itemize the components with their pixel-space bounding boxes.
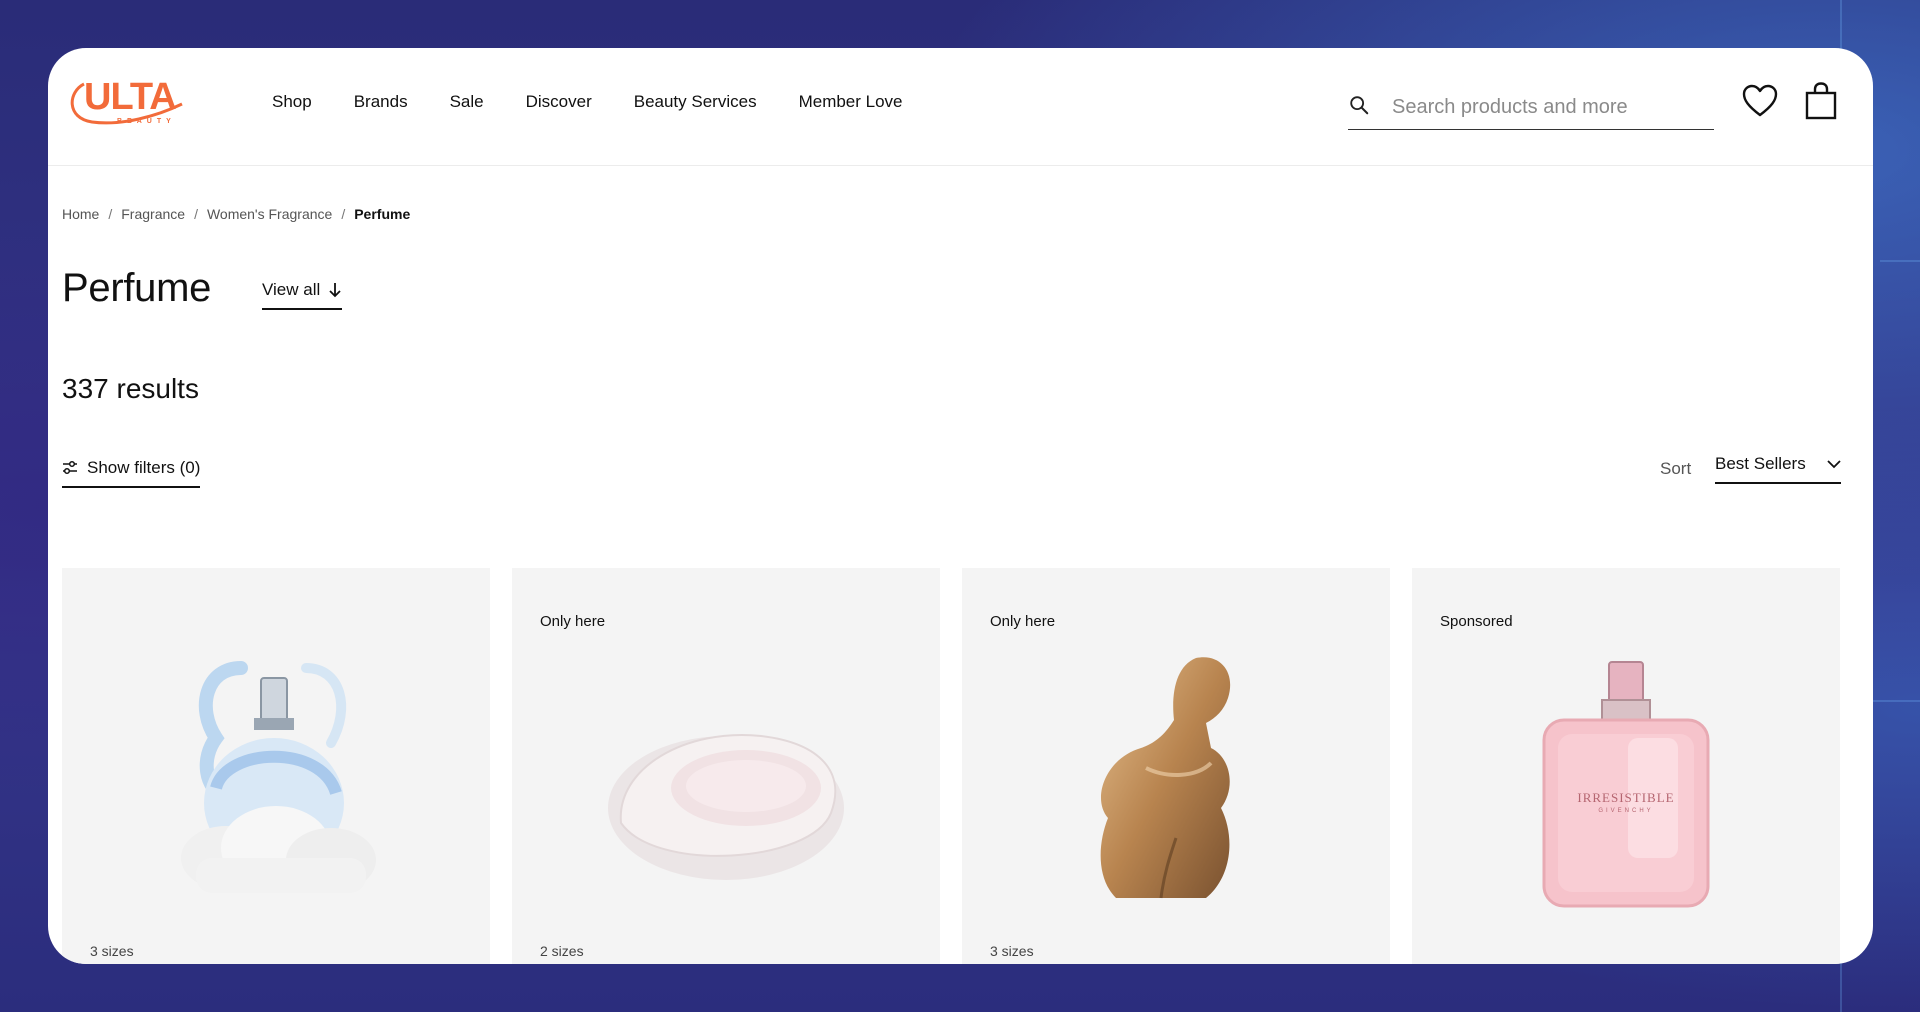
filter-sliders-icon [63, 460, 77, 475]
bottle-label-brand: GIVENCHY [1598, 808, 1654, 814]
search-icon[interactable] [1348, 94, 1370, 116]
logo-subtext: BEAUTY [117, 118, 176, 125]
arrow-down-icon [329, 283, 341, 298]
show-filters-button[interactable]: Show filters (0) [62, 458, 201, 488]
product-card[interactable]: Only here 3 sizes [962, 568, 1390, 964]
breadcrumb-fragrance[interactable]: Fragrance [121, 206, 185, 222]
search-bar [1348, 90, 1714, 130]
cloud-perfume-bottle-icon [181, 661, 376, 893]
browser-window: ULTA BEAUTY Shop Brands Sale Discover Be… [48, 48, 1873, 964]
pebble-perfume-bottle-icon [608, 734, 844, 880]
breadcrumb-womens-fragrance[interactable]: Women's Fragrance [207, 206, 332, 222]
pink-square-perfume-bottle-icon [1542, 661, 1710, 908]
nav-shop[interactable]: Shop [272, 92, 312, 112]
ulta-logo[interactable]: ULTA BEAUTY [62, 74, 192, 134]
page-title: Perfume [62, 266, 212, 310]
product-card[interactable]: Only here 2 sizes [512, 568, 940, 964]
bottle-label: IRRESISTIBLE [1577, 790, 1675, 805]
search-input[interactable] [1392, 90, 1702, 124]
product-card[interactable]: Sponsored IRRESISTIBLE GIVENCHY [1412, 568, 1840, 964]
breadcrumb-separator: / [194, 206, 198, 222]
view-all-label: View all [262, 280, 321, 299]
product-sizes: 3 sizes [990, 943, 1034, 959]
product-badge: Only here [540, 613, 606, 630]
nav-member-love[interactable]: Member Love [799, 92, 903, 112]
results-count: 337 results [62, 373, 199, 404]
chevron-down-icon [1827, 460, 1841, 469]
logo-text: ULTA [84, 76, 177, 118]
site-header: ULTA BEAUTY Shop Brands Sale Discover Be… [48, 48, 1873, 166]
main-nav: Shop Brands Sale Discover Beauty Service… [272, 92, 945, 112]
nav-discover[interactable]: Discover [526, 92, 592, 112]
breadcrumb-separator: / [108, 206, 113, 222]
product-sizes: 3 sizes [90, 943, 134, 959]
gold-torso-perfume-bottle-icon [1100, 657, 1231, 899]
heart-icon[interactable] [1742, 84, 1778, 118]
breadcrumb-home[interactable]: Home [62, 206, 99, 222]
nav-sale[interactable]: Sale [450, 92, 484, 112]
product-sizes: 2 sizes [540, 943, 584, 959]
product-badge: Only here [990, 613, 1056, 630]
sort-dropdown[interactable]: Best Sellers [1715, 454, 1841, 484]
sort-value: Best Sellers [1715, 454, 1806, 473]
product-card[interactable]: 3 sizes [62, 568, 490, 964]
view-all-link[interactable]: View all [262, 280, 343, 310]
show-filters-label: Show filters (0) [87, 458, 201, 477]
product-grid: 3 sizes Only here 2 sizes Only here 3 si… [62, 568, 1840, 964]
shopping-bag-icon[interactable] [1804, 82, 1838, 120]
breadcrumb-separator: / [341, 206, 346, 222]
breadcrumb-current: Perfume [354, 206, 411, 222]
sort-label: Sort [1660, 459, 1692, 478]
nav-beauty-services[interactable]: Beauty Services [634, 92, 757, 112]
product-badge: Sponsored [1440, 613, 1513, 630]
nav-brands[interactable]: Brands [354, 92, 408, 112]
breadcrumb: Home / Fragrance / Women's Fragrance / P… [62, 206, 410, 222]
